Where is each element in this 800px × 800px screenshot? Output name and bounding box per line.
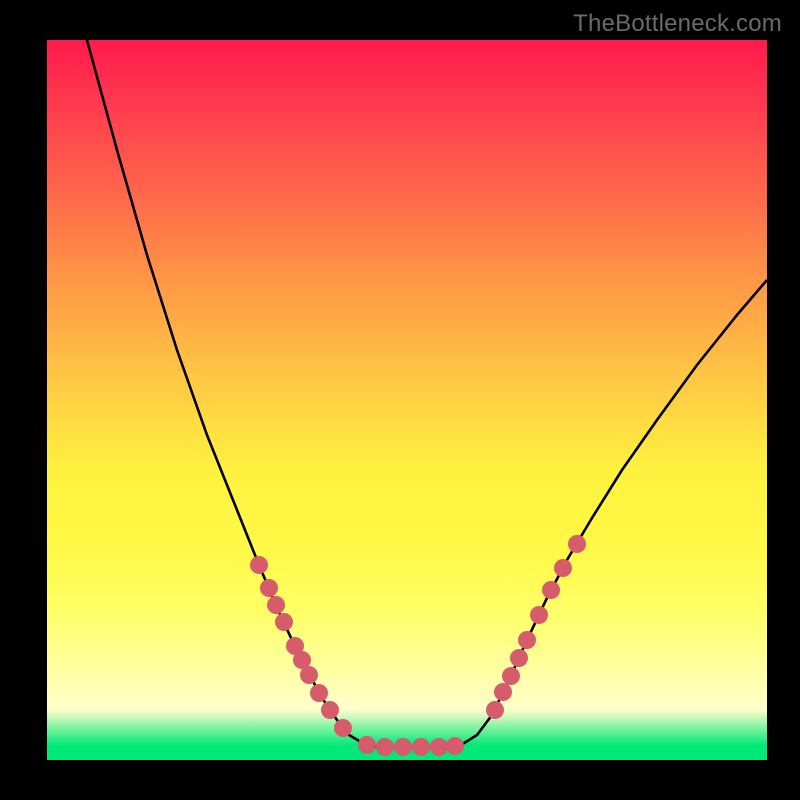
data-point	[486, 701, 504, 719]
plot-area	[47, 40, 767, 760]
data-point	[412, 738, 430, 756]
data-point	[510, 649, 528, 667]
data-point	[394, 738, 412, 756]
data-point	[358, 736, 376, 754]
data-point	[568, 535, 586, 553]
watermark-text: TheBottleneck.com	[573, 10, 782, 38]
data-point	[275, 613, 293, 631]
dots-group	[250, 535, 586, 756]
data-point	[310, 684, 328, 702]
data-point	[334, 719, 352, 737]
data-point	[376, 738, 394, 756]
curve-svg	[47, 40, 767, 760]
data-point	[502, 667, 520, 685]
data-point	[321, 701, 339, 719]
data-point	[300, 666, 318, 684]
data-point	[554, 559, 572, 577]
data-point	[446, 737, 464, 755]
data-point	[530, 606, 548, 624]
data-point	[260, 579, 278, 597]
data-point	[542, 581, 560, 599]
data-point	[494, 683, 512, 701]
data-point	[430, 738, 448, 756]
data-point	[267, 596, 285, 614]
chart-container: TheBottleneck.com	[0, 0, 800, 800]
curve-left	[87, 40, 377, 747]
data-point	[518, 631, 536, 649]
data-point	[250, 556, 268, 574]
